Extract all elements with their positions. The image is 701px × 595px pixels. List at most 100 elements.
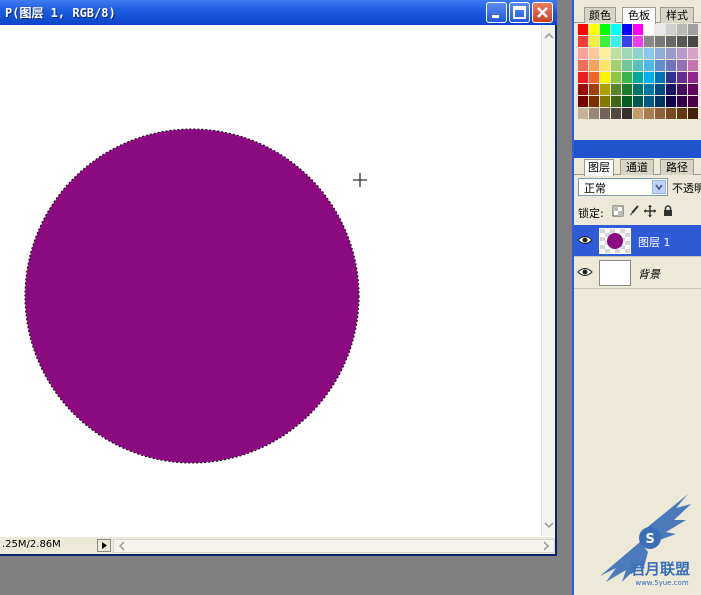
eye-icon[interactable] — [577, 266, 593, 278]
scroll-right-icon[interactable] — [541, 541, 551, 551]
color-swatch[interactable] — [611, 36, 621, 47]
color-swatch[interactable] — [633, 48, 643, 59]
tab-paths[interactable]: 路径 — [660, 159, 694, 175]
minimize-button[interactable] — [486, 2, 507, 23]
color-swatch[interactable] — [688, 36, 698, 47]
color-swatch[interactable] — [677, 48, 687, 59]
color-swatch[interactable] — [688, 108, 698, 119]
color-swatch[interactable] — [677, 108, 687, 119]
color-swatch[interactable] — [633, 72, 643, 83]
color-swatch[interactable] — [655, 60, 665, 71]
lock-transparency-icon[interactable] — [612, 205, 624, 217]
color-swatch[interactable] — [600, 24, 610, 35]
color-swatch[interactable] — [611, 96, 621, 107]
color-swatch[interactable] — [600, 48, 610, 59]
color-swatch[interactable] — [589, 96, 599, 107]
color-swatch[interactable] — [578, 84, 588, 95]
color-swatch[interactable] — [644, 108, 654, 119]
tab-layers[interactable]: 图层 — [584, 159, 614, 176]
color-swatch[interactable] — [677, 36, 687, 47]
color-swatch[interactable] — [655, 84, 665, 95]
color-swatch[interactable] — [655, 36, 665, 47]
color-swatch[interactable] — [633, 60, 643, 71]
color-swatch[interactable] — [611, 108, 621, 119]
color-swatch[interactable] — [611, 24, 621, 35]
color-swatch[interactable] — [633, 96, 643, 107]
move-icon[interactable] — [644, 205, 656, 217]
color-swatch[interactable] — [666, 108, 676, 119]
color-swatch[interactable] — [644, 24, 654, 35]
color-swatch[interactable] — [633, 108, 643, 119]
color-swatch[interactable] — [688, 96, 698, 107]
color-swatch[interactable] — [666, 24, 676, 35]
color-swatch[interactable] — [611, 84, 621, 95]
color-swatch[interactable] — [666, 72, 676, 83]
color-swatch[interactable] — [622, 24, 632, 35]
color-swatch[interactable] — [578, 72, 588, 83]
tab-color[interactable]: 颜色 — [584, 7, 616, 23]
color-swatch[interactable] — [655, 72, 665, 83]
color-swatch[interactable] — [655, 108, 665, 119]
color-swatch[interactable] — [589, 48, 599, 59]
color-swatch[interactable] — [644, 60, 654, 71]
color-swatch[interactable] — [622, 60, 632, 71]
color-swatch[interactable] — [578, 96, 588, 107]
color-swatch[interactable] — [644, 84, 654, 95]
color-swatch[interactable] — [600, 36, 610, 47]
color-swatch[interactable] — [578, 36, 588, 47]
status-menu-button[interactable] — [97, 539, 111, 552]
color-swatch[interactable] — [600, 72, 610, 83]
color-swatch[interactable] — [644, 72, 654, 83]
color-swatch[interactable] — [578, 24, 588, 35]
color-swatch[interactable] — [633, 36, 643, 47]
color-swatch[interactable] — [578, 48, 588, 59]
color-swatch[interactable] — [644, 36, 654, 47]
color-swatch[interactable] — [600, 96, 610, 107]
color-swatch[interactable] — [589, 84, 599, 95]
color-swatch[interactable] — [666, 96, 676, 107]
tab-channels[interactable]: 通道 — [620, 159, 654, 175]
scroll-down-icon[interactable] — [544, 520, 554, 530]
color-swatch[interactable] — [589, 108, 599, 119]
maximize-button[interactable] — [509, 2, 530, 23]
color-swatch[interactable] — [677, 84, 687, 95]
color-swatch[interactable] — [611, 72, 621, 83]
color-swatch[interactable] — [666, 48, 676, 59]
color-swatch[interactable] — [666, 60, 676, 71]
color-swatch[interactable] — [622, 36, 632, 47]
color-swatch[interactable] — [600, 84, 610, 95]
color-swatch[interactable] — [688, 24, 698, 35]
eye-icon[interactable] — [577, 234, 593, 246]
color-swatch[interactable] — [633, 24, 643, 35]
layer-row-layer1[interactable]: 图层 1 — [574, 225, 701, 257]
color-swatch[interactable] — [589, 36, 599, 47]
scroll-up-icon[interactable] — [544, 31, 554, 41]
blend-mode-select[interactable]: 正常 — [578, 178, 668, 196]
color-swatch[interactable] — [589, 60, 599, 71]
color-swatch[interactable] — [589, 72, 599, 83]
color-swatch[interactable] — [666, 36, 676, 47]
color-swatch[interactable] — [611, 48, 621, 59]
close-button[interactable] — [532, 2, 553, 23]
color-swatch[interactable] — [644, 96, 654, 107]
color-swatch[interactable] — [688, 72, 698, 83]
color-swatch[interactable] — [622, 108, 632, 119]
color-swatch[interactable] — [600, 60, 610, 71]
color-swatch[interactable] — [578, 60, 588, 71]
color-swatch[interactable] — [644, 48, 654, 59]
lock-icon[interactable] — [662, 205, 674, 217]
color-swatch[interactable] — [677, 72, 687, 83]
tab-swatches[interactable]: 色板 — [622, 7, 656, 24]
color-swatch[interactable] — [655, 24, 665, 35]
layer-row-background[interactable]: 背景 — [574, 257, 701, 289]
color-swatch[interactable] — [655, 96, 665, 107]
color-swatch[interactable] — [688, 48, 698, 59]
scroll-left-icon[interactable] — [117, 541, 127, 551]
color-swatch[interactable] — [688, 60, 698, 71]
color-swatch[interactable] — [622, 48, 632, 59]
color-swatch[interactable] — [655, 48, 665, 59]
color-swatch[interactable] — [622, 84, 632, 95]
color-swatch[interactable] — [677, 96, 687, 107]
title-bar[interactable]: P(图层 1, RGB/8) — [0, 0, 557, 25]
color-swatch[interactable] — [622, 72, 632, 83]
